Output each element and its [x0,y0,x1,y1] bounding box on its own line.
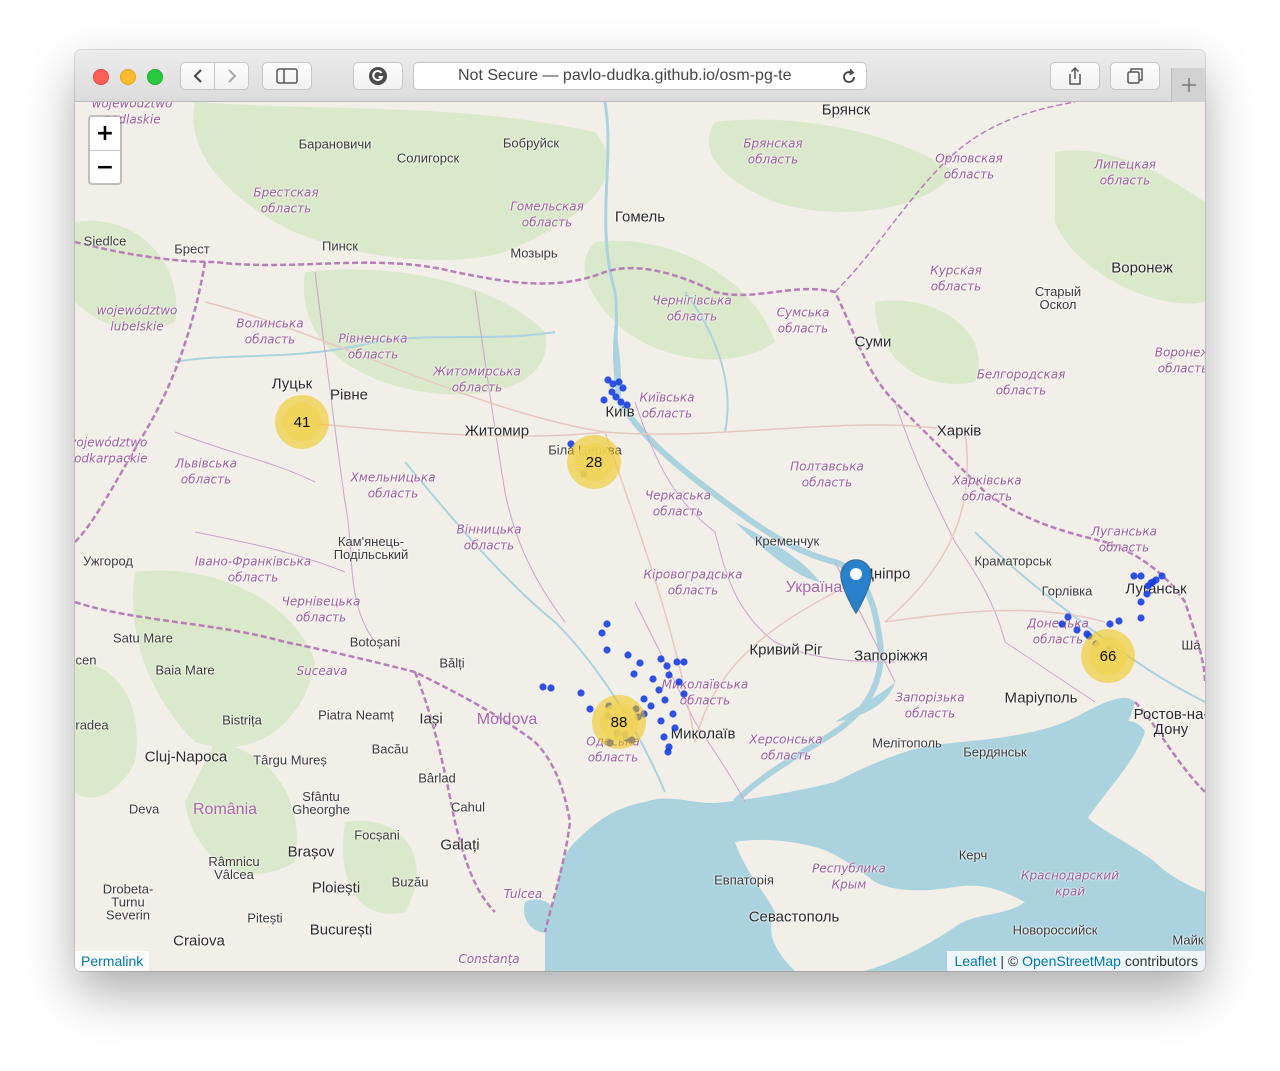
map-view[interactable]: Брянск Барановичи Солигорск Бобруйск Гом… [75,102,1205,971]
sidebar-toggle-button[interactable] [262,62,312,90]
leaflet-link[interactable]: Leaflet [954,953,996,969]
data-point[interactable] [547,684,555,692]
attribution-separator: | © [996,953,1023,969]
cluster-count: 28 [575,443,613,481]
show-tabs-button[interactable] [1110,62,1160,90]
data-point[interactable] [636,659,644,667]
data-point[interactable] [640,695,648,703]
zoom-control: + − [88,115,122,185]
data-point[interactable] [663,662,671,670]
cluster-count: 66 [1089,637,1127,675]
chevron-left-icon [193,69,202,83]
browser-toolbar: Not Secure — pavlo-dudka.github.io/osm-p… [75,50,1205,102]
data-point[interactable] [603,646,611,654]
grammarly-extension-button[interactable] [353,62,403,90]
forward-button[interactable] [214,62,249,90]
minimize-window-button[interactable] [120,69,136,85]
attribution-contributors: contributors [1120,953,1198,969]
map-attribution: Leaflet | © OpenStreetMap contributors [947,951,1205,971]
data-point[interactable] [615,378,623,386]
data-point[interactable] [1115,617,1123,625]
data-point[interactable] [657,717,665,725]
data-point[interactable] [669,710,677,718]
data-point[interactable] [660,733,668,741]
cluster-marker[interactable]: 28 [567,435,621,489]
data-point[interactable] [630,670,638,678]
data-point[interactable] [655,686,663,694]
data-point[interactable] [1137,598,1145,606]
data-point[interactable] [598,629,606,637]
data-point[interactable] [680,690,688,698]
grammarly-icon [369,67,387,85]
chevron-right-icon [227,69,236,83]
data-point[interactable] [1152,576,1160,584]
reload-icon[interactable] [840,68,858,86]
close-window-button[interactable] [93,69,109,85]
data-point[interactable] [1137,572,1145,580]
cluster-marker[interactable]: 66 [1081,629,1135,683]
data-point[interactable] [624,651,632,659]
data-point[interactable] [649,675,657,683]
cluster-marker[interactable]: 41 [275,395,329,449]
data-point[interactable] [647,702,655,710]
permalink-link[interactable]: Permalink [75,951,150,971]
data-point[interactable] [671,724,679,732]
data-point[interactable] [539,683,547,691]
address-text: Not Secure — pavlo-dudka.github.io/osm-p… [458,67,792,84]
cluster-count: 41 [283,403,321,441]
data-point[interactable] [665,671,673,679]
share-button[interactable] [1050,62,1100,90]
data-point[interactable] [619,384,627,392]
data-point[interactable] [600,396,608,404]
data-point[interactable] [1143,590,1151,598]
data-point[interactable] [675,678,683,686]
new-tab-button[interactable] [1171,68,1205,102]
data-point[interactable] [664,748,672,756]
back-button[interactable] [180,62,215,90]
data-point[interactable] [680,658,688,666]
browser-window: Not Secure — pavlo-dudka.github.io/osm-p… [75,50,1205,971]
openstreetmap-link[interactable]: OpenStreetMap [1022,953,1121,969]
cluster-marker[interactable]: 88 [592,695,646,749]
zoom-in-button[interactable]: + [90,117,120,150]
sidebar-icon [276,68,298,84]
data-point[interactable] [1073,626,1081,634]
data-point[interactable] [586,705,594,713]
data-point[interactable] [603,620,611,628]
data-point[interactable] [673,658,681,666]
data-point[interactable] [1130,572,1138,580]
cluster-count: 88 [600,703,638,741]
data-point[interactable] [1064,613,1072,621]
data-point[interactable] [657,655,665,663]
address-bar[interactable]: Not Secure — pavlo-dudka.github.io/osm-p… [413,62,867,90]
data-point[interactable] [623,401,631,409]
zoom-out-button[interactable]: − [90,150,120,184]
plus-icon [1181,78,1196,92]
data-point[interactable] [661,696,669,704]
data-point[interactable] [1106,620,1114,628]
history-nav-group [180,62,250,90]
location-pin-icon[interactable] [839,558,873,614]
data-point[interactable] [1137,614,1145,622]
data-point[interactable] [1058,620,1066,628]
zoom-window-button[interactable] [147,69,163,85]
data-points-layer [539,376,1166,756]
data-point[interactable] [1158,572,1166,580]
data-point[interactable] [577,689,585,697]
share-icon [1069,66,1081,85]
tabs-icon [1127,68,1143,84]
